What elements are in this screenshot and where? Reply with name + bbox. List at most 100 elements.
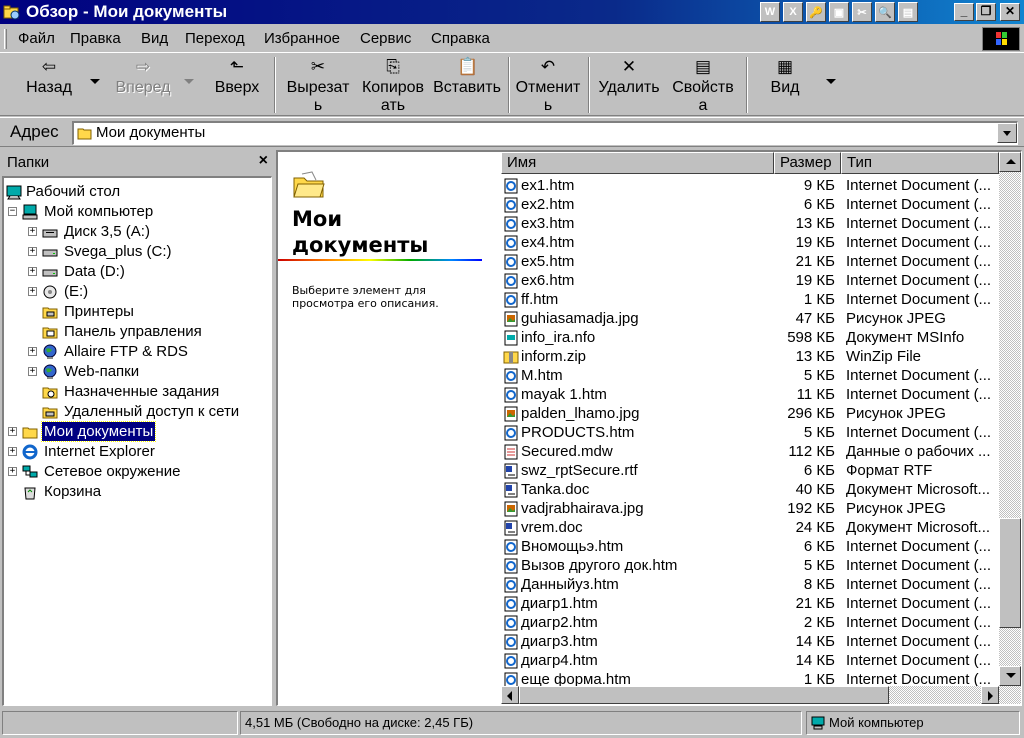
expand-icon[interactable]: +	[28, 367, 37, 376]
scroll-left-button[interactable]	[501, 686, 519, 704]
excel-icon[interactable]: X	[783, 2, 803, 22]
forward-dropdown-arrow[interactable]	[184, 79, 194, 84]
paste-button[interactable]: 📋 Вставить	[430, 57, 504, 113]
collapse-icon[interactable]: −	[8, 207, 17, 216]
file-row[interactable]: ex3.htm 13 КБ Internet Document (...	[501, 214, 999, 233]
word-icon[interactable]: W	[760, 2, 780, 22]
expand-icon[interactable]: +	[8, 467, 17, 476]
file-name: swz_rptSecure.rtf	[521, 462, 638, 479]
expand-icon[interactable]: +	[28, 267, 37, 276]
file-name: info_ira.nfo	[521, 329, 596, 346]
key-icon[interactable]: 🔑	[806, 2, 826, 22]
file-row[interactable]: ex2.htm 6 КБ Internet Document (...	[501, 195, 999, 214]
menu-grip	[4, 29, 7, 49]
expand-icon[interactable]: +	[28, 287, 37, 296]
menu-item-4[interactable]: Избранное	[264, 30, 340, 47]
scroll-right-button[interactable]	[981, 686, 999, 704]
close-button[interactable]: ✕	[1000, 3, 1020, 21]
scissors-icon[interactable]: ✂	[852, 2, 872, 22]
file-type: Internet Document (...	[846, 177, 992, 194]
forward-button[interactable]: ⇨ Вперед	[110, 57, 176, 113]
file-row[interactable]: диагр2.htm 2 КБ Internet Document (...	[501, 613, 999, 632]
cut-button[interactable]: ✂ Вырезат ь	[282, 57, 354, 114]
expand-icon[interactable]: +	[8, 447, 17, 456]
file-row[interactable]: ff.htm 1 КБ Internet Document (...	[501, 290, 999, 309]
expand-icon[interactable]: +	[8, 427, 17, 436]
menu-item-6[interactable]: Справка	[431, 30, 490, 47]
scroll-up-button[interactable]	[999, 152, 1021, 172]
file-type: Internet Document (...	[846, 557, 992, 574]
expand-icon[interactable]: +	[28, 247, 37, 256]
close-icon[interactable]: ×	[259, 152, 268, 170]
view-dropdown-arrow[interactable]	[826, 79, 836, 84]
expand-icon[interactable]: +	[28, 347, 37, 356]
horizontal-scroll-thumb[interactable]	[519, 686, 889, 704]
file-row[interactable]: Secured.mdw 112 КБ Данные о рабочих ...	[501, 442, 999, 461]
html-icon	[503, 653, 519, 669]
address-input[interactable]: Мои документы	[72, 121, 1018, 145]
file-row[interactable]: диагр4.htm 14 КБ Internet Document (...	[501, 651, 999, 670]
menu-item-3[interactable]: Переход	[185, 30, 245, 47]
menu-item-2[interactable]: Вид	[141, 30, 168, 47]
file-row[interactable]: swz_rptSecure.rtf 6 КБ Формат RTF	[501, 461, 999, 480]
back-dropdown-arrow[interactable]	[90, 79, 100, 84]
back-button[interactable]: ⇦ Назад	[20, 57, 78, 113]
status-bar: 4,51 МБ (Свободно на диске: 2,45 ГБ) Мой…	[0, 709, 1024, 738]
vertical-scroll-thumb[interactable]	[999, 517, 1021, 628]
scroll-down-button[interactable]	[999, 666, 1021, 686]
menu-item-0[interactable]: Файл	[18, 30, 55, 47]
file-row[interactable]: vadjrabhairava.jpg 192 КБ Рисунок JPEG	[501, 499, 999, 518]
minimize-button[interactable]: _	[954, 3, 974, 21]
file-row[interactable]: vrem.doc 24 КБ Документ Microsoft...	[501, 518, 999, 537]
column-header-name[interactable]: Имя	[501, 152, 774, 174]
delete-button[interactable]: ✕ Удалить	[596, 57, 662, 113]
file-row[interactable]: guhiasamadja.jpg 47 КБ Рисунок JPEG	[501, 309, 999, 328]
file-row[interactable]: mayak 1.htm 11 КБ Internet Document (...	[501, 385, 999, 404]
undo-button[interactable]: ↶ Отменит ь	[514, 57, 582, 114]
file-row[interactable]: Вномощьэ.htm 6 КБ Internet Document (...	[501, 537, 999, 556]
file-size: 598 КБ	[787, 329, 835, 346]
title-bar[interactable]: Обзор - Мои документы W X 🔑 ▣ ✂ 🔍 ▤ _ ❐ ✕	[0, 0, 1024, 24]
desktop-icon	[6, 184, 22, 200]
view-button[interactable]: ▦ Вид	[760, 57, 810, 113]
properties-button[interactable]: ▤ Свойств а	[668, 57, 738, 114]
menu-item-5[interactable]: Сервис	[360, 30, 411, 47]
file-row[interactable]: Вызов другого док.htm 5 КБ Internet Docume…	[501, 556, 999, 575]
menu-bar: Файл Правка Вид Переход Избранное Сервис Справ…	[0, 26, 1024, 52]
copy-button[interactable]: ⎘ Копиров ать	[358, 57, 428, 114]
recycle-bin-icon	[22, 484, 38, 500]
file-row[interactable]: ex4.htm 19 КБ Internet Document (...	[501, 233, 999, 252]
notepad-icon[interactable]: ▤	[898, 2, 918, 22]
up-button[interactable]: ⬑ Вверх	[208, 57, 266, 113]
tree-item-label: Web-папки	[64, 363, 140, 380]
search-icon[interactable]: 🔍	[875, 2, 895, 22]
file-row[interactable]: Данныйуз.htm 8 КБ Internet Document (...	[501, 575, 999, 594]
address-dropdown-button[interactable]	[997, 123, 1017, 143]
column-header-type[interactable]: Тип	[841, 152, 999, 174]
standard-toolbar: ⇦ Назад ⇨ Вперед ⬑ Вверх ✂ Вырезат ь ⎘ К…	[0, 52, 1024, 116]
file-row[interactable]: info_ira.nfo 598 КБ Документ MSInfo	[501, 328, 999, 347]
file-row[interactable]: Tanka.doc 40 КБ Документ Microsoft...	[501, 480, 999, 499]
horizontal-scrollbar[interactable]	[501, 686, 999, 704]
file-name: ex2.htm	[521, 196, 575, 213]
vertical-scrollbar[interactable]	[999, 152, 1021, 704]
file-row[interactable]: PRODUCTS.htm 5 КБ Internet Document (...	[501, 423, 999, 442]
restore-button[interactable]: ❐	[976, 3, 996, 21]
menu-item-1[interactable]: Правка	[70, 30, 121, 47]
file-row[interactable]: inform.zip 13 КБ WinZip File	[501, 347, 999, 366]
file-name: диагр2.htm	[521, 614, 598, 631]
file-row[interactable]: ex5.htm 21 КБ Internet Document (...	[501, 252, 999, 271]
file-row[interactable]: ex1.htm 9 КБ Internet Document (...	[501, 176, 999, 195]
window-icon[interactable]: ▣	[829, 2, 849, 22]
file-row[interactable]: диагр1.htm 21 КБ Internet Document (...	[501, 594, 999, 613]
file-row[interactable]: palden_lhamo.jpg 296 КБ Рисунок JPEG	[501, 404, 999, 423]
file-row[interactable]: ex6.htm 19 КБ Internet Document (...	[501, 271, 999, 290]
file-name: vadjrabhairava.jpg	[521, 500, 644, 517]
column-header-size[interactable]: Размер	[774, 152, 841, 174]
file-name: guhiasamadja.jpg	[521, 310, 639, 327]
file-row[interactable]: диагр3.htm 14 КБ Internet Document (...	[501, 632, 999, 651]
file-type: Данные о рабочих ...	[846, 443, 991, 460]
windows-logo-icon	[982, 27, 1020, 51]
file-row[interactable]: M.htm 5 КБ Internet Document (...	[501, 366, 999, 385]
expand-icon[interactable]: +	[28, 227, 37, 236]
